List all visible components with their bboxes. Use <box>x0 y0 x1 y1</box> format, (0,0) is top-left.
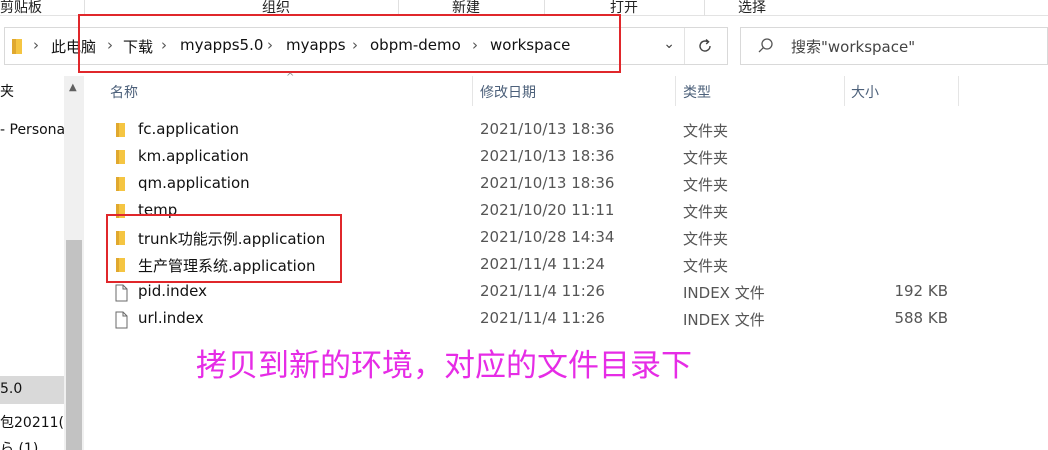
file-type: 文件夹 <box>683 176 729 194</box>
file-row[interactable]: km.application 2021/10/13 18:36 文件夹 <box>100 143 960 170</box>
file-name[interactable]: pid.index <box>138 282 207 300</box>
file-row[interactable]: fc.application 2021/10/13 18:36 文件夹 <box>100 116 960 143</box>
column-divider[interactable] <box>675 76 676 106</box>
nav-item[interactable]: - Persona <box>0 122 65 138</box>
file-modified: 2021/11/4 11:24 <box>480 255 605 273</box>
file-type: INDEX 文件 <box>683 284 765 302</box>
folder-icon <box>114 149 128 169</box>
folder-icon <box>11 37 25 59</box>
nav-scrollbar[interactable]: ▲ <box>64 76 84 450</box>
file-modified: 2021/10/13 18:36 <box>480 120 615 138</box>
file-row[interactable]: qm.application 2021/10/13 18:36 文件夹 <box>100 170 960 197</box>
file-modified: 2021/11/4 11:26 <box>480 282 605 300</box>
column-header-name[interactable]: 名称 <box>110 76 138 106</box>
file-modified: 2021/10/20 11:11 <box>480 201 615 219</box>
address-highlight-box <box>78 14 621 73</box>
file-name[interactable]: qm.application <box>138 174 250 192</box>
file-name[interactable]: url.index <box>138 309 204 327</box>
column-header-size[interactable]: 大小 <box>851 76 879 106</box>
ribbon-group-select: 选择 <box>738 0 766 16</box>
nav-item[interactable]: 包20211( <box>0 412 64 432</box>
search-input[interactable]: 搜索"workspace" <box>791 36 915 57</box>
file-type: 文件夹 <box>683 257 729 275</box>
column-header-modified[interactable]: 修改日期 <box>480 76 536 106</box>
scrollbar-thumb[interactable] <box>66 240 82 450</box>
sort-up-icon: ^ <box>286 72 295 83</box>
breadcrumb-chevron-icon[interactable]: › <box>33 36 39 54</box>
column-divider[interactable] <box>958 76 959 106</box>
file-size: 588 KB <box>894 309 948 327</box>
address-separator <box>684 28 685 64</box>
file-type: 文件夹 <box>683 230 729 248</box>
navigation-pane: 夹 - Persona 5.0 包20211( ら (1) ▲ <box>0 76 84 450</box>
column-divider[interactable] <box>844 76 845 106</box>
folder-icon <box>114 176 128 196</box>
files-highlight-box <box>106 214 342 283</box>
file-type: 文件夹 <box>683 203 729 221</box>
ribbon-group-clipboard: 剪贴板 <box>0 0 42 16</box>
file-name[interactable]: fc.application <box>138 120 239 138</box>
column-headers: ^ 名称 修改日期 类型 大小 <box>100 72 960 106</box>
file-icon <box>114 284 128 306</box>
file-icon <box>114 311 128 333</box>
chevron-down-icon[interactable]: ⌄ <box>663 36 675 52</box>
nav-item[interactable]: 5.0 <box>0 381 22 397</box>
nav-item[interactable]: ら (1) <box>0 438 38 450</box>
annotation-text: 拷贝到新的环境，对应的文件目录下 <box>196 348 692 384</box>
file-modified: 2021/10/13 18:36 <box>480 147 615 165</box>
file-row[interactable]: url.index 2021/11/4 11:26 INDEX 文件 588 K… <box>100 305 960 332</box>
search-icon <box>757 37 775 59</box>
column-header-type[interactable]: 类型 <box>683 76 711 106</box>
file-modified: 2021/10/13 18:36 <box>480 174 615 192</box>
nav-item[interactable]: 夹 <box>0 81 14 101</box>
scroll-up-icon[interactable]: ▲ <box>69 82 77 93</box>
search-box[interactable]: 搜索"workspace" <box>740 27 1048 65</box>
ribbon-separator <box>704 0 705 16</box>
file-modified: 2021/10/28 14:34 <box>480 228 615 246</box>
folder-icon <box>114 122 128 142</box>
refresh-icon[interactable] <box>691 32 719 60</box>
file-modified: 2021/11/4 11:26 <box>480 309 605 327</box>
file-type: 文件夹 <box>683 122 729 140</box>
file-type: INDEX 文件 <box>683 311 765 329</box>
file-type: 文件夹 <box>683 149 729 167</box>
file-size: 192 KB <box>894 282 948 300</box>
column-divider[interactable] <box>472 76 473 106</box>
file-name[interactable]: km.application <box>138 147 249 165</box>
